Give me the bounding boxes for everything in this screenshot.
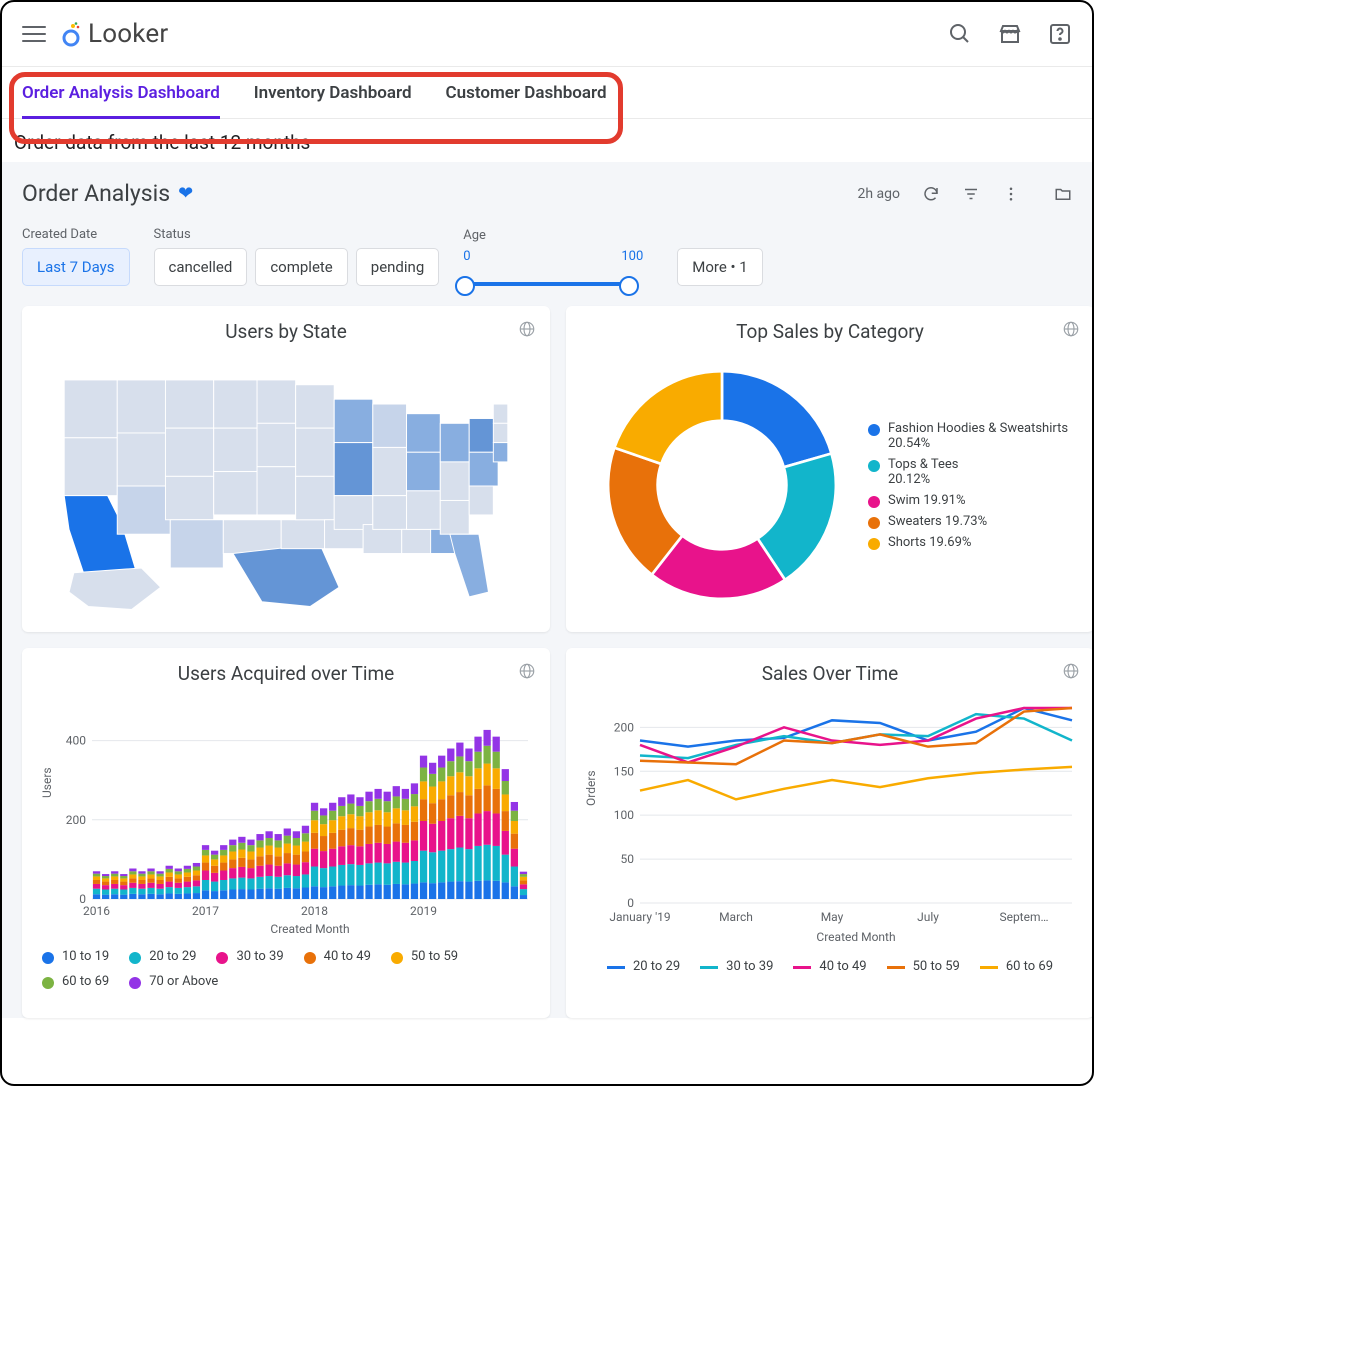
filter-status-cancelled[interactable]: cancelled [154, 248, 248, 286]
svg-text:200: 200 [66, 813, 86, 827]
marketplace-icon[interactable] [998, 22, 1022, 46]
dashboard-title: Order Analysis [22, 180, 170, 207]
svg-text:Septem…: Septem… [999, 910, 1048, 924]
svg-text:400: 400 [66, 734, 86, 748]
age-slider-min-handle[interactable] [455, 276, 475, 296]
folder-icon[interactable] [1054, 185, 1072, 203]
svg-text:50: 50 [621, 852, 635, 866]
svg-text:2016: 2016 [83, 904, 110, 918]
filter-more[interactable]: More • 1 [677, 248, 762, 286]
globe-icon[interactable] [1062, 662, 1080, 680]
donut-legend: Fashion Hoodies & Sweatshirts20.54% Tops… [868, 421, 1068, 550]
age-slider[interactable] [463, 282, 631, 286]
age-slider-max-handle[interactable] [619, 276, 639, 296]
svg-text:March: March [719, 910, 753, 924]
more-icon[interactable] [1002, 185, 1020, 203]
globe-icon[interactable] [518, 320, 536, 338]
globe-icon[interactable] [1062, 320, 1080, 338]
card-title: Top Sales by Category [582, 320, 1078, 343]
stacked-legend: 10 to 19 20 to 29 30 to 39 40 to 49 50 t… [38, 949, 534, 989]
stacked-bar-chart[interactable]: 02004002016201720182019Created Month [54, 693, 534, 943]
card-title: Users by State [38, 320, 534, 343]
app-logo[interactable]: Looker [60, 19, 168, 49]
board-subtitle: Order data from the last 12 months [2, 119, 1092, 162]
y-axis-label: Users [38, 693, 54, 943]
tab-inventory[interactable]: Inventory Dashboard [254, 67, 412, 118]
app-name: Looker [88, 19, 168, 49]
help-icon[interactable] [1048, 22, 1072, 46]
svg-text:July: July [917, 910, 939, 924]
tab-order-analysis[interactable]: Order Analysis Dashboard [22, 67, 220, 118]
search-icon[interactable] [948, 22, 972, 46]
filter-label-created-date: Created Date [22, 227, 130, 242]
svg-text:2019: 2019 [410, 904, 437, 918]
svg-text:150: 150 [614, 764, 634, 778]
card-top-sales: Top Sales by Category Fashion Hoodies & … [566, 306, 1094, 632]
y-axis-label: Orders [582, 693, 598, 953]
favorite-icon[interactable]: ❤ [178, 183, 193, 204]
filter-created-date[interactable]: Last 7 Days [22, 248, 130, 286]
tab-bar: Order Analysis Dashboard Inventory Dashb… [2, 67, 1092, 119]
us-map-chart[interactable] [38, 351, 534, 625]
age-min: 0 [463, 249, 470, 264]
card-title: Sales Over Time [582, 662, 1078, 685]
line-chart[interactable]: 0 50 100 150 200 January '19 March May July Septe… [598, 693, 1078, 953]
age-max: 100 [621, 249, 643, 264]
svg-text:2018: 2018 [301, 904, 328, 918]
filter-label-status: Status [154, 227, 440, 242]
globe-icon[interactable] [518, 662, 536, 680]
card-title: Users Acquired over Time [38, 662, 534, 685]
filter-bar: Created Date Last 7 Days Status cancelle… [22, 227, 1072, 286]
menu-icon[interactable] [22, 22, 46, 46]
svg-text:Created Month: Created Month [270, 922, 349, 936]
svg-text:2017: 2017 [192, 904, 219, 918]
line-legend: 20 to 29 30 to 39 40 to 49 50 to 59 60 t… [582, 959, 1078, 974]
top-bar: Looker [2, 2, 1092, 66]
refresh-icon[interactable] [922, 185, 940, 203]
svg-text:May: May [821, 910, 844, 924]
filter-icon[interactable] [962, 185, 980, 203]
last-refresh-label: 2h ago [857, 186, 900, 202]
filter-status-pending[interactable]: pending [356, 248, 439, 286]
svg-text:200: 200 [614, 720, 634, 734]
svg-text:Created Month: Created Month [816, 930, 895, 944]
filter-label-age: Age [463, 228, 643, 243]
svg-text:100: 100 [614, 808, 634, 822]
card-sales-over-time: Sales Over Time Orders 0 50 100 150 200 Janua… [566, 648, 1094, 1018]
card-users-acquired: Users Acquired over Time Users 020040020… [22, 648, 550, 1018]
filter-status-complete[interactable]: complete [255, 248, 347, 286]
donut-chart[interactable] [582, 351, 862, 619]
tab-customer[interactable]: Customer Dashboard [446, 67, 607, 118]
dashboard-header: Order Analysis ❤ 2h ago [22, 180, 1072, 207]
card-users-by-state: Users by State [22, 306, 550, 632]
svg-text:0: 0 [627, 896, 634, 910]
svg-text:January '19: January '19 [609, 910, 670, 924]
